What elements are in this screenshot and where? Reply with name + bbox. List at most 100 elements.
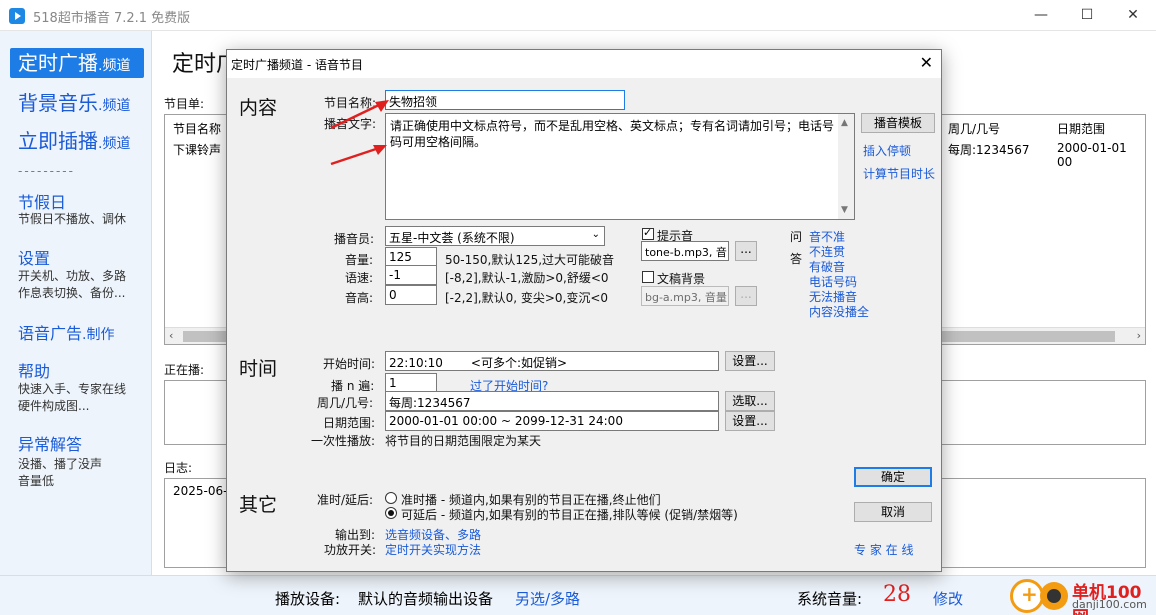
speed-input[interactable]: -1 (385, 265, 437, 285)
dialog-title: 定时广播频道 - 语音节目 (231, 58, 363, 72)
close-window-button[interactable]: ✕ (1110, 0, 1156, 31)
sidebar-item-voice-ads[interactable]: 语音广告.制作 (18, 320, 114, 344)
prompt-tone-browse-button[interactable]: ... (735, 241, 757, 261)
sidebar-item-settings[interactable]: 设置 (18, 245, 50, 269)
sidebar-desc-trouble-1: 没播、播了没声 (18, 457, 103, 471)
app-icon (9, 8, 25, 24)
pitch-label: 音高: (345, 291, 374, 305)
section-other-heading: 其它 (239, 494, 278, 516)
dialog-title-bar: 定时广播频道 - 语音节目 ✕ (227, 50, 941, 78)
one-time-label: 一次性播放: (311, 434, 376, 448)
log-label: 日志: (164, 461, 193, 475)
section-content-heading: 内容 (239, 97, 278, 119)
minimize-button[interactable]: — (1018, 0, 1064, 31)
device-select-link[interactable]: 另选/多路 (515, 588, 580, 609)
announcer-select[interactable]: 五星-中文荟 (系统不限) ⌄ (385, 226, 605, 246)
radio-on-time[interactable] (385, 492, 397, 504)
start-time-label: 开始时间: (323, 357, 376, 371)
title-bar: 518超市播音 7.2.1 免费版 — ☐ ✕ (0, 0, 1156, 31)
broadcast-text-area[interactable]: 请正确使用中文标点符号，而不是乱用空格、英文标点；专有名词请加引号；电话号码可用… (385, 113, 855, 220)
column-header-weekday[interactable]: 周几/几号 (948, 120, 1000, 137)
log-entry: 2025-06- (173, 484, 228, 498)
row-date-range: 2000-01-01 00 (1057, 141, 1127, 169)
date-range-input[interactable]: 2000-01-01 00:00 ~ 2099-12-31 24:00 (385, 411, 719, 431)
broadcast-template-button[interactable]: 播音模板 (861, 113, 935, 133)
sidebar-desc-help-2: 硬件构成图... (18, 399, 90, 413)
row-weekday: 每周:1234567 (948, 143, 1030, 157)
sidebar-item-timed-broadcast[interactable]: 定时广播.频道 (10, 48, 144, 78)
text-background-browse-button[interactable]: ... (735, 286, 757, 306)
sidebar-desc-holidays: 节假日不播放、调休 (18, 212, 127, 226)
sidebar-item-holidays[interactable]: 节假日 (18, 189, 66, 213)
volume-modify-link[interactable]: 修改 (933, 588, 963, 609)
system-volume-value: 28 (883, 582, 911, 607)
volume-input[interactable]: 125 (385, 247, 437, 267)
qa-link-incomplete[interactable]: 内容没播全 (809, 303, 869, 320)
speed-label: 语速: (345, 271, 374, 285)
broadcast-text: 请正确使用中文标点符号，而不是乱用空格、英文标点；专有名词请加引号；电话号码可用… (390, 119, 835, 149)
timing-label: 准时/延后: (317, 493, 374, 507)
cancel-button[interactable]: 取消 (854, 502, 932, 522)
annotation-arrows (330, 100, 389, 166)
prompt-tone-input[interactable]: tone-b.mp3, 音 (641, 241, 729, 261)
sidebar-item-troubleshooting[interactable]: 异常解答 (18, 431, 82, 455)
text-background-label: 文稿背景 (657, 272, 706, 286)
window-title: 518超市播音 7.2.1 免费版 (33, 11, 191, 26)
program-list-label: 节目单: (164, 97, 205, 111)
play-n-input[interactable]: 1 (385, 373, 437, 393)
maximize-button[interactable]: ☐ (1064, 0, 1110, 31)
calc-duration-link[interactable]: 计算节目时长 (863, 165, 935, 182)
sidebar-desc-trouble-2: 音量低 (18, 474, 55, 488)
start-time-settings-button[interactable]: 设置... (725, 351, 775, 371)
amp-switch-link[interactable]: 定时开关实现方法 (385, 541, 481, 558)
column-header-date-range[interactable]: 日期范围 (1057, 120, 1105, 137)
play-n-label: 播 n 遍: (331, 379, 375, 393)
date-range-settings-button[interactable]: 设置... (725, 411, 775, 431)
status-bar: 播放设备: 默认的音频输出设备 另选/多路 系统音量: 28 修改 (0, 575, 1156, 615)
watermark-url: danji100.com (1072, 598, 1147, 611)
sidebar-item-instant-insert[interactable]: 立即插播.频道 (10, 126, 144, 156)
expert-online-link[interactable]: 专 家 在 线 (854, 541, 913, 558)
sidebar-desc-settings-2: 作息表切换、备份... (18, 286, 126, 300)
text-background-input[interactable]: bg-a.mp3, 音量 (641, 286, 729, 306)
pitch-hint: [-2,2],默认0, 变尖>0,变沉<0 (445, 291, 609, 305)
announcer-label: 播音员: (334, 232, 375, 246)
weekday-label: 周几/几号: (317, 396, 374, 410)
amp-switch-label: 功放开关: (324, 543, 377, 557)
system-volume-label: 系统音量: (797, 590, 863, 608)
section-time-heading: 时间 (239, 358, 278, 380)
sidebar-item-help[interactable]: 帮助 (18, 358, 50, 382)
watermark-logo-icon-2 (1040, 582, 1068, 610)
one-time-value: 将节目的日期范围限定为某天 (385, 434, 542, 448)
text-background-checkbox[interactable] (642, 271, 654, 283)
sidebar: 定时广播.频道 背景音乐.频道 立即插播.频道 --------- 节假日 节假… (0, 31, 152, 575)
sidebar-separator: --------- (18, 164, 75, 178)
weekday-select-button[interactable]: 选取... (725, 391, 775, 411)
sidebar-item-background-music[interactable]: 背景音乐.频道 (10, 88, 144, 118)
playing-label: 正在播: (164, 363, 205, 377)
volume-hint: 50-150,默认125,过大可能破音 (445, 253, 615, 267)
dialog-close-icon[interactable]: ✕ (920, 53, 933, 72)
radio-delayable[interactable] (385, 507, 397, 519)
watermark-logo-icon (1010, 579, 1044, 613)
insert-pause-link[interactable]: 插入停顿 (863, 142, 911, 159)
weekday-input[interactable]: 每周:1234567 (385, 391, 719, 411)
device-value: 默认的音频输出设备 (358, 590, 494, 608)
row-name[interactable]: 下课铃声 (173, 141, 221, 158)
text-scrollbar[interactable]: ▲ ▼ (838, 114, 854, 219)
device-label: 播放设备: (275, 590, 341, 608)
volume-label: 音量: (345, 253, 374, 267)
start-time-input[interactable]: 22:10:10 <可多个:如促销> (385, 351, 719, 371)
watermark: 单机100网 danji100.com (1010, 576, 1156, 615)
column-header-name[interactable]: 节目名称 (173, 120, 221, 137)
qa-label-question: 问 (790, 230, 803, 244)
date-range-label: 日期范围: (323, 416, 376, 430)
radio-delayable-label[interactable]: 可延后 - 频道内,如果有别的节目正在播,排队等候 (促销/禁烟等) (401, 506, 738, 523)
ok-button[interactable]: 确定 (854, 467, 932, 487)
prompt-tone-checkbox[interactable] (642, 226, 654, 240)
announcer-value: 五星-中文荟 (系统不限) (389, 231, 515, 245)
pitch-input[interactable]: 0 (385, 285, 437, 305)
speed-hint: [-8,2],默认-1,激励>0,舒缓<0 (445, 271, 609, 285)
program-name-input[interactable]: 失物招领 (385, 90, 625, 110)
sidebar-desc-settings-1: 开关机、功放、多路 (18, 269, 127, 283)
